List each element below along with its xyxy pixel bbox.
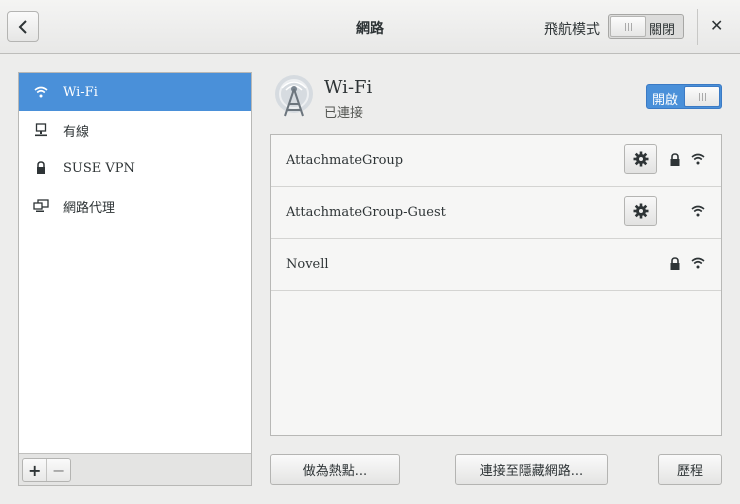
network-name: AttachmateGroup [286,153,404,168]
wifi-power-switch[interactable]: 開啟 [646,84,722,109]
sidebar-item-label: 網路代理 [63,200,116,216]
network-name: AttachmateGroup-Guest [286,205,446,220]
vpn-lock-icon [19,161,63,175]
history-button[interactable]: 歷程 [658,454,722,485]
sidebar-item-wifi[interactable]: Wi-Fi [19,73,251,111]
lock-icon [670,257,680,270]
gear-icon [633,151,648,167]
switch-knob[interactable] [684,86,720,107]
airplane-mode-switch[interactable]: 關閉 [608,14,684,39]
wifi-status: 已連接 [324,106,364,121]
sidebar-item-proxy[interactable]: 網路代理 [19,187,251,225]
network-row[interactable]: Novell [271,239,721,291]
chevron-left-icon [18,19,27,34]
switch-knob[interactable] [610,16,646,37]
sidebar: Wi-Fi 有線 SUSE VPN 網路代理 + − [18,72,252,486]
wifi-switch-state: 開啟 [652,93,679,108]
gear-icon [633,203,648,219]
hotspot-button[interactable]: 做為熱點... [270,454,400,485]
add-connection-button[interactable]: + [23,459,46,481]
wifi-icon [19,86,63,98]
sidebar-item-wired[interactable]: 有線 [19,111,251,149]
sidebar-toolbar: + − [19,453,251,485]
close-button[interactable]: ✕ [710,16,723,35]
sidebar-item-vpn[interactable]: SUSE VPN [19,149,251,187]
wifi-signal-icon [691,153,705,165]
header-separator [697,9,698,45]
wifi-antenna-icon [272,74,316,122]
sidebar-item-label: SUSE VPN [63,160,135,176]
proxy-icon [19,199,63,213]
airplane-mode-label: 飛航模式 [544,22,600,38]
header-bar: 網路 飛航模式 關閉 ✕ [0,0,740,54]
page-title: 網路 [356,21,384,37]
network-row[interactable]: AttachmateGroup-Guest [271,187,721,239]
wired-icon [19,123,63,137]
remove-connection-button[interactable]: − [46,459,70,481]
network-name: Novell [286,257,329,272]
network-settings-button[interactable] [624,196,657,226]
sidebar-item-label: 有線 [63,124,90,140]
wifi-signal-icon [691,257,705,269]
add-remove-group: + − [22,458,71,482]
lock-icon [670,153,680,166]
network-row[interactable]: AttachmateGroup [271,135,721,187]
network-list: AttachmateGroup AttachmateGroup-Guest No… [270,134,722,436]
airplane-mode-state: 關閉 [649,23,676,38]
back-button[interactable] [7,11,39,42]
connect-hidden-network-button[interactable]: 連接至隱藏網路... [455,454,608,485]
network-settings-button[interactable] [624,144,657,174]
wifi-signal-icon [691,205,705,217]
wifi-title: Wi-Fi [324,77,373,98]
sidebar-item-label: Wi-Fi [63,84,98,100]
